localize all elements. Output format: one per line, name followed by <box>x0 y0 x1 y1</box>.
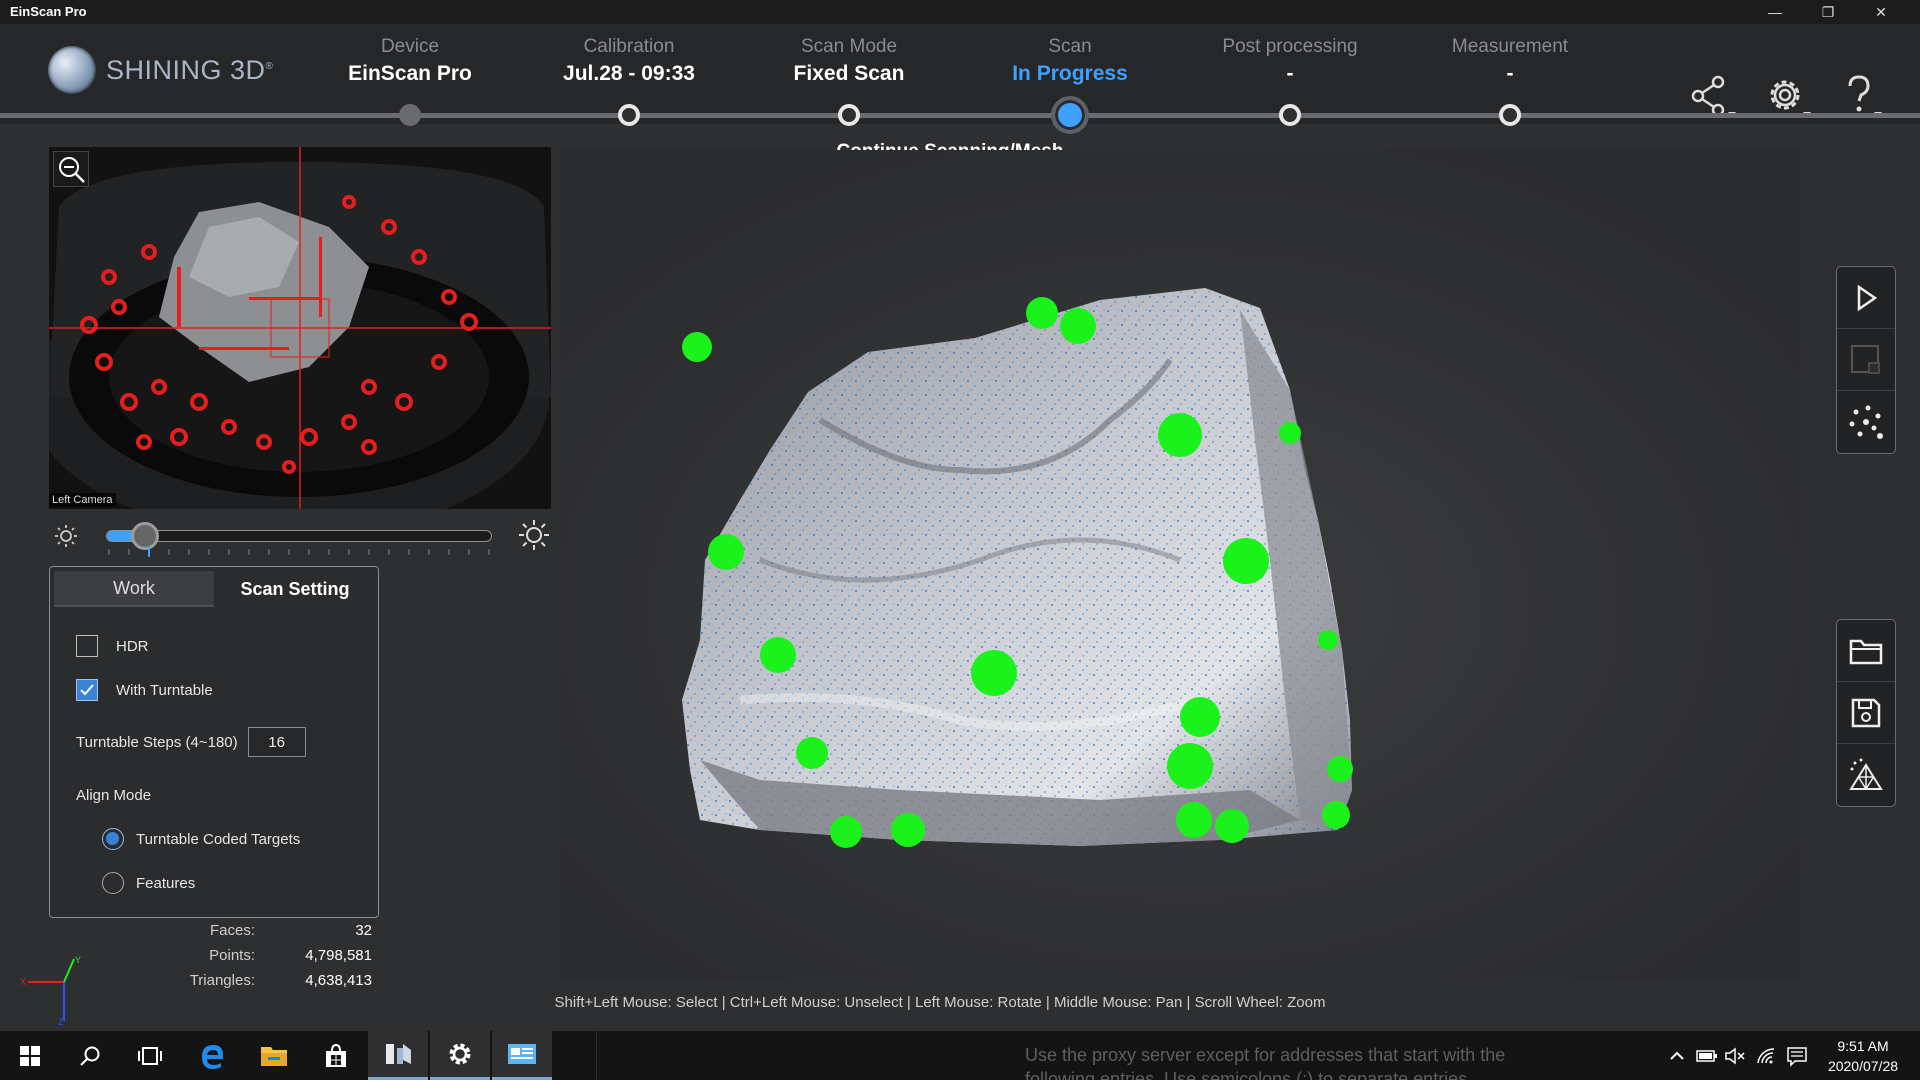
camera-label: Left Camera <box>49 493 116 507</box>
start-scan-button[interactable] <box>1837 267 1895 329</box>
mesh-triangle-icon <box>1849 758 1883 791</box>
camera-preview[interactable]: Left Camera <box>49 147 551 509</box>
einscan-app-icon <box>386 1044 411 1064</box>
task-view-icon <box>138 1046 162 1065</box>
brightness-slider-row <box>49 515 551 563</box>
slider-ticks <box>108 547 490 557</box>
turntable-steps-input[interactable]: 16 <box>247 727 306 757</box>
action-center-button[interactable] <box>1786 1045 1808 1067</box>
turntable-steps-label: Turntable Steps (4~180) <box>76 733 238 751</box>
store-button[interactable] <box>306 1031 366 1080</box>
tab-work[interactable]: Work <box>54 571 214 607</box>
file-explorer-icon <box>261 1046 287 1066</box>
mesh-points-button[interactable] <box>1837 391 1895 453</box>
axis-z-label: Z <box>58 1017 64 1025</box>
show-hidden-icons-button[interactable] <box>1666 1045 1688 1067</box>
search-icon <box>80 1046 100 1066</box>
folder-icon <box>1849 639 1883 664</box>
checkmark-icon <box>80 684 94 696</box>
radio-label: Features <box>136 874 196 892</box>
taskbar-divider <box>596 1031 597 1080</box>
turntable-checkbox[interactable] <box>76 679 98 701</box>
stop-scan-button[interactable] <box>1837 329 1895 391</box>
point-cloud-icon <box>1849 405 1883 439</box>
features-radio[interactable] <box>102 872 124 894</box>
zoom-out-icon <box>59 157 85 183</box>
start-button[interactable] <box>0 1031 60 1080</box>
open-project-button[interactable] <box>1837 620 1895 682</box>
axis-x-label: X <box>20 977 26 987</box>
brightness-slider[interactable] <box>106 530 492 542</box>
clock-time: 9:51 AM <box>1837 1038 1889 1054</box>
system-clock[interactable]: 9:51 AM 2020/07/28 <box>1808 1036 1918 1076</box>
hdr-label: HDR <box>116 637 149 655</box>
zoom-out-button[interactable] <box>53 151 89 187</box>
volume-muted-icon <box>1725 1047 1745 1065</box>
turntable-coded-targets-radio[interactable] <box>102 828 124 850</box>
taskbar: Use the proxy server except for addresse… <box>0 1031 1920 1080</box>
align-mode-label: Align Mode <box>76 787 152 804</box>
volume-button[interactable] <box>1724 1045 1746 1067</box>
battery-icon <box>1696 1050 1717 1062</box>
save-button[interactable] <box>1837 682 1895 744</box>
triangles-label: Triangles: <box>189 972 255 989</box>
mesh-export-button[interactable] <box>1837 744 1895 806</box>
store-icon <box>326 1043 346 1067</box>
search-button[interactable] <box>60 1031 120 1080</box>
hdr-checkbox[interactable] <box>76 635 98 657</box>
einscan-app-button[interactable] <box>368 1031 428 1080</box>
brightness-slider-thumb[interactable] <box>130 522 159 550</box>
clock-date: 2020/07/28 <box>1827 1058 1899 1074</box>
scan-settings-panel: Work Scan Setting HDR With Turntable Tur… <box>49 566 379 918</box>
axis-y-label: Y <box>75 955 81 965</box>
brightness-low-icon <box>55 525 77 547</box>
control-panel-icon <box>508 1044 536 1064</box>
camera-image <box>49 147 551 509</box>
save-icon <box>1851 698 1881 727</box>
turntable-steps-row: Turntable Steps (4~180) 16 <box>76 727 306 757</box>
scan-toolbar <box>1836 266 1896 454</box>
windows-icon <box>20 1045 40 1066</box>
network-button[interactable] <box>1755 1045 1777 1067</box>
points-value: 4,798,581 <box>305 947 372 964</box>
settings-app-button[interactable] <box>430 1031 490 1080</box>
align-option-features[interactable]: Features <box>102 872 195 894</box>
battery-button[interactable] <box>1695 1045 1717 1067</box>
turntable-label: With Turntable <box>116 681 213 699</box>
notification-icon <box>1787 1047 1807 1067</box>
hdr-option[interactable]: HDR <box>76 635 149 657</box>
background-window-text: following entries. Use semicolons (;) to… <box>1025 1069 1473 1080</box>
radio-label: Turntable Coded Targets <box>136 830 301 848</box>
faces-value: 32 <box>355 922 372 939</box>
mouse-hints: Shift+Left Mouse: Select | Ctrl+Left Mou… <box>554 994 1326 1011</box>
tab-scan-setting[interactable]: Scan Setting <box>214 571 376 607</box>
edge-browser-button[interactable] <box>182 1031 242 1080</box>
play-icon <box>1857 284 1878 311</box>
file-explorer-button[interactable] <box>244 1031 304 1080</box>
faces-label: Faces: <box>209 922 255 939</box>
file-toolbar <box>1836 619 1896 807</box>
turntable-option[interactable]: With Turntable <box>76 679 213 701</box>
settings-gear-icon <box>449 1043 471 1065</box>
brightness-high-icon <box>519 520 549 550</box>
control-panel-button[interactable] <box>492 1031 552 1080</box>
stop-scan-icon <box>1851 344 1880 374</box>
axis-gizmo: X Y Z <box>20 955 81 1025</box>
task-view-button[interactable] <box>120 1031 180 1080</box>
align-option-turntable-coded-targets[interactable]: Turntable Coded Targets <box>102 828 300 850</box>
points-label: Points: <box>209 947 255 964</box>
edge-icon <box>202 1044 223 1069</box>
wifi-icon <box>1757 1048 1775 1064</box>
chevron-up-icon <box>1670 1051 1684 1060</box>
background-window-text: Use the proxy server except for addresse… <box>1025 1045 1506 1065</box>
triangles-value: 4,638,413 <box>305 972 372 989</box>
